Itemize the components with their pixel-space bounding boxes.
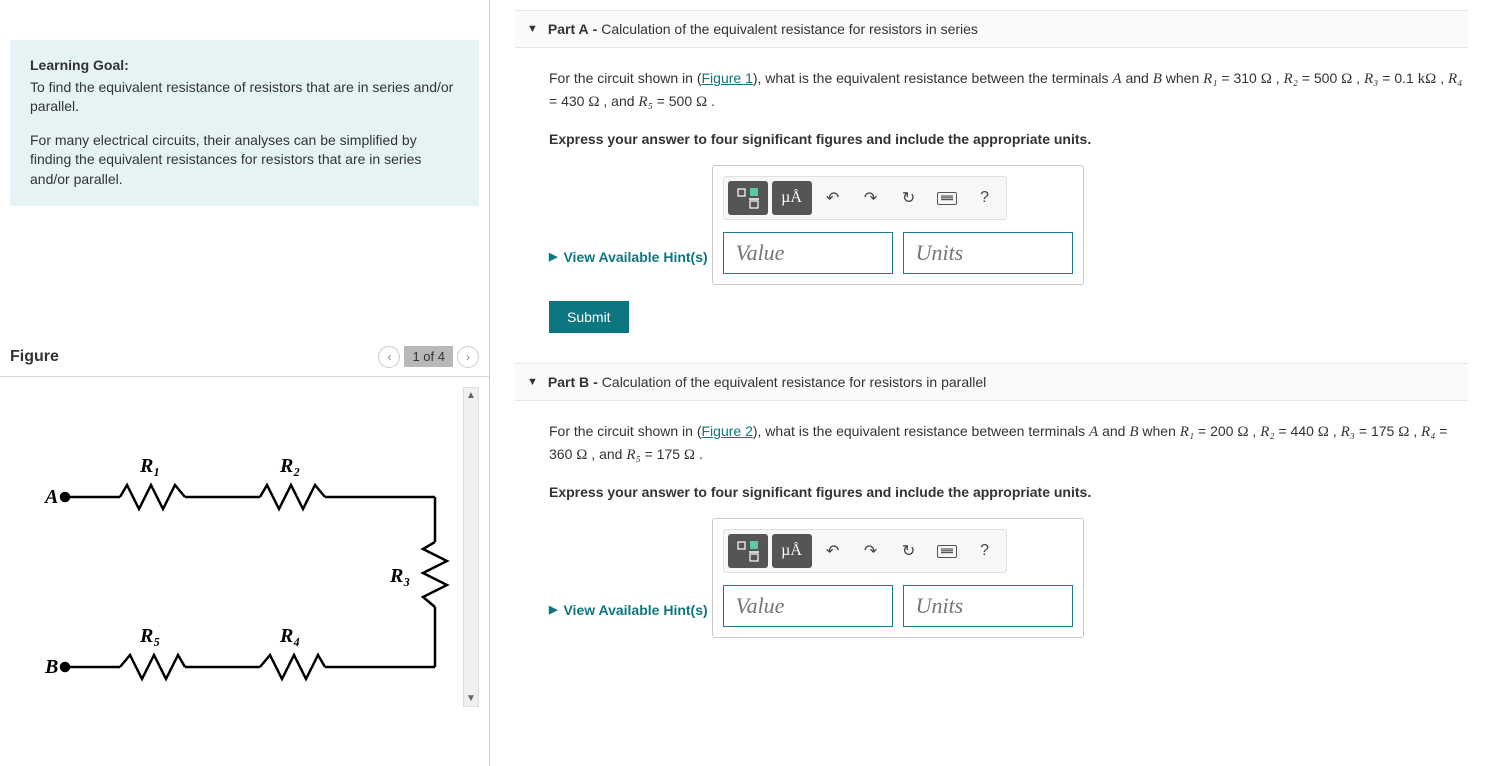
scroll-up-icon[interactable]: ▲	[464, 388, 478, 403]
figure-header: Figure ‹ 1 of 4 ›	[0, 346, 489, 377]
reset-button[interactable]: ↻	[892, 183, 926, 213]
r4-label: R₄	[279, 625, 300, 647]
figure-body: A B R₁ R₂ R₃ R₄ R₅ ▲ ▼	[0, 377, 489, 717]
fraction-icon	[736, 187, 760, 209]
r3-label: R₃	[389, 565, 410, 587]
r2-label: R₂	[279, 455, 300, 477]
part-a-title: Calculation of the equivalent resistance…	[601, 21, 978, 37]
part-b-units-input[interactable]	[903, 585, 1073, 627]
part-a-header[interactable]: ▼ Part A - Calculation of the equivalent…	[515, 10, 1468, 48]
reset-button[interactable]: ↻	[892, 536, 926, 566]
figure-pager: ‹ 1 of 4 ›	[378, 346, 479, 368]
part-a-question: For the circuit shown in (Figure 1), wha…	[549, 68, 1468, 113]
figure-2-link[interactable]: Figure 2	[702, 423, 753, 439]
terminal-b-label: B	[44, 656, 58, 678]
figure-prev-button[interactable]: ‹	[378, 346, 400, 368]
keyboard-icon	[937, 192, 957, 205]
part-a-value-input[interactable]	[723, 232, 893, 274]
special-char-button[interactable]: µÅ	[772, 534, 812, 568]
fraction-template-button[interactable]	[728, 181, 768, 215]
chevron-right-icon: ▶	[549, 603, 557, 616]
scroll-down-icon[interactable]: ▼	[464, 691, 478, 706]
part-b-hints-toggle[interactable]: ▶ View Available Hint(s)	[549, 602, 708, 618]
learning-goal-para2: For many electrical circuits, their anal…	[30, 131, 459, 190]
learning-goal-box: Learning Goal: To find the equivalent re…	[10, 40, 479, 206]
undo-button[interactable]: ↶	[816, 183, 850, 213]
help-button[interactable]: ?	[968, 183, 1002, 213]
part-a-label: Part A	[548, 21, 589, 37]
keyboard-button[interactable]	[930, 536, 964, 566]
figure-heading: Figure	[10, 348, 59, 366]
answer-toolbar: µÅ ↶ ↷ ↻ ?	[723, 176, 1007, 220]
part-a-instructions: Express your answer to four significant …	[549, 131, 1468, 147]
terminal-a-label: A	[43, 486, 58, 508]
circuit-diagram: A B R₁ R₂ R₃ R₄ R₅	[35, 417, 455, 697]
keyboard-icon	[937, 545, 957, 558]
part-b-label: Part B	[548, 374, 589, 390]
undo-button[interactable]: ↶	[816, 536, 850, 566]
chevron-down-icon: ▼	[527, 23, 538, 35]
chevron-right-icon: ▶	[549, 250, 557, 263]
part-b-question: For the circuit shown in (Figure 2), wha…	[549, 421, 1468, 466]
redo-button[interactable]: ↷	[854, 536, 888, 566]
learning-goal-para1: To find the equivalent resistance of res…	[30, 78, 459, 117]
keyboard-button[interactable]	[930, 183, 964, 213]
part-b-answer-widget: µÅ ↶ ↷ ↻ ?	[712, 518, 1084, 638]
figure-1-link[interactable]: Figure 1	[702, 70, 753, 86]
help-button[interactable]: ?	[968, 536, 1002, 566]
part-a-answer-widget: µÅ ↶ ↷ ↻ ?	[712, 165, 1084, 285]
part-a-submit-button[interactable]: Submit	[549, 301, 629, 333]
fraction-template-button[interactable]	[728, 534, 768, 568]
part-b-instructions: Express your answer to four significant …	[549, 484, 1468, 500]
part-a-units-input[interactable]	[903, 232, 1073, 274]
part-a-hints-toggle[interactable]: ▶ View Available Hint(s)	[549, 249, 708, 265]
answer-toolbar: µÅ ↶ ↷ ↻ ?	[723, 529, 1007, 573]
left-panel: Learning Goal: To find the equivalent re…	[0, 0, 490, 766]
part-b-header[interactable]: ▼ Part B - Calculation of the equivalent…	[515, 363, 1468, 401]
fraction-icon	[736, 540, 760, 562]
chevron-down-icon: ▼	[527, 376, 538, 388]
part-b-title: Calculation of the equivalent resistance…	[602, 374, 986, 390]
part-b-value-input[interactable]	[723, 585, 893, 627]
figure-page-label: 1 of 4	[404, 346, 453, 367]
figure-scrollbar[interactable]: ▲ ▼	[463, 387, 479, 707]
learning-goal-title: Learning Goal:	[30, 56, 459, 76]
part-b-body: For the circuit shown in (Figure 2), wha…	[515, 421, 1468, 684]
figure-next-button[interactable]: ›	[457, 346, 479, 368]
r5-label: R₅	[139, 625, 160, 647]
r1-label: R₁	[139, 455, 160, 477]
special-char-button[interactable]: µÅ	[772, 181, 812, 215]
redo-button[interactable]: ↷	[854, 183, 888, 213]
right-panel: ▼ Part A - Calculation of the equivalent…	[490, 0, 1488, 766]
part-a-body: For the circuit shown in (Figure 1), wha…	[515, 68, 1468, 363]
